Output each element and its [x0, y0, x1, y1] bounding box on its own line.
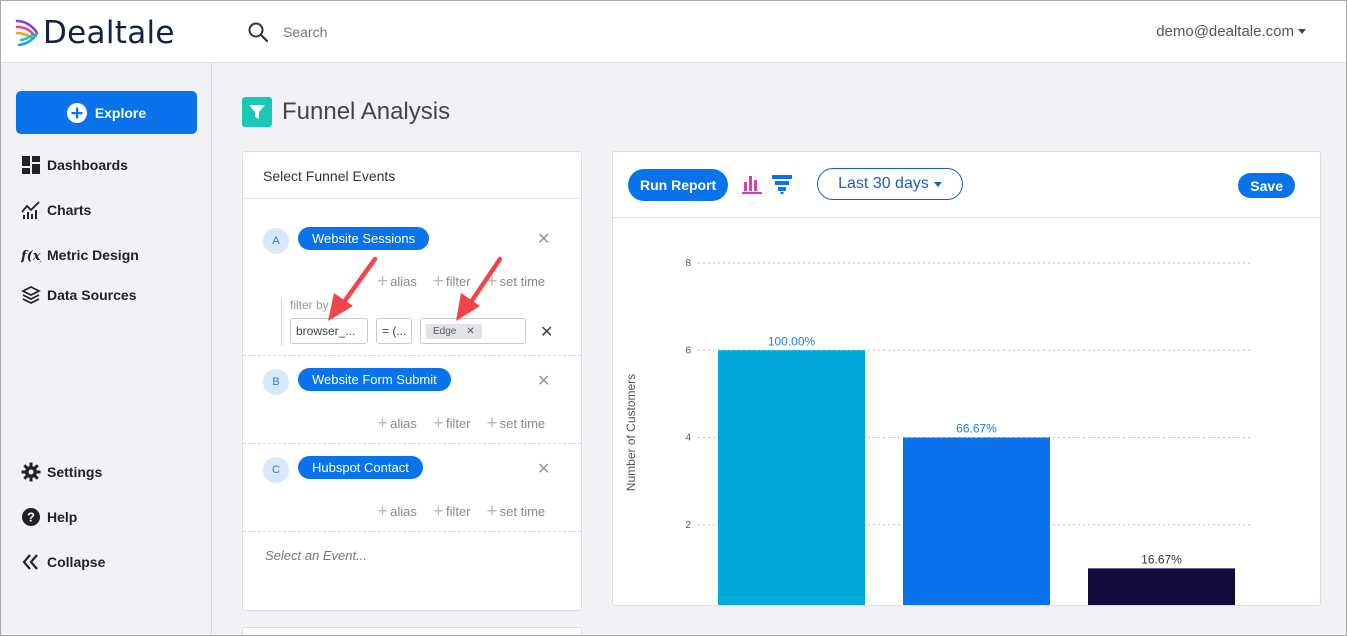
chart-panel: Run Report Last 30 days Save 0 2 4 6 8 Number… — [612, 151, 1321, 606]
y-tick-label: 6 — [685, 345, 691, 356]
data-label: 66.67% — [956, 422, 997, 436]
y-tick-label: 8 — [685, 258, 691, 269]
bar-website-form-submit — [903, 437, 1050, 605]
funnel-bar-chart: 02468Number of Customers100.00%Website S… — [624, 258, 1253, 605]
data-label: 16.67% — [1141, 552, 1182, 566]
data-label: 100.00% — [768, 334, 816, 348]
y-axis-label: Number of Customers — [624, 374, 638, 491]
annotation-arrow — [456, 256, 503, 321]
y-tick-label: 2 — [685, 520, 691, 531]
y-tick-label: 4 — [685, 433, 691, 444]
annotation-arrow — [328, 256, 378, 321]
app-window: Dealtale demo@dealtale.com Explore — [0, 0, 1347, 636]
bar-website-sessions — [718, 350, 865, 605]
bar-hubspot-contact — [1088, 568, 1235, 605]
